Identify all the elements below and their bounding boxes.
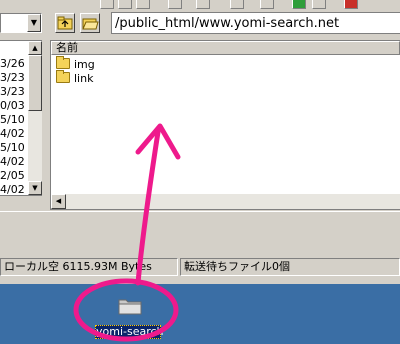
toolbar-button[interactable] [100,0,114,9]
status-local-space: ローカル空 6115.93M Bytes [0,258,178,276]
connect-icon[interactable] [292,0,306,9]
list-item[interactable]: 5/10 [0,141,30,154]
list-item[interactable]: 3/23 [0,85,30,98]
horizontal-scrollbar[interactable] [51,194,400,209]
status-transfer-queue: 転送待ちファイル0個 [180,258,400,276]
list-item[interactable]: 3/23 [0,71,30,84]
folder-icon [56,56,70,69]
toolbar-button[interactable] [230,0,244,9]
horizontal-scrollbar[interactable] [0,196,42,210]
desktop [0,284,400,344]
desktop-folder-icon[interactable] [117,295,143,315]
scroll-up-icon[interactable]: ▲ [28,41,42,55]
toolbar-button[interactable] [312,0,326,9]
list-item[interactable]: 2/05 [0,169,30,182]
list-item[interactable]: 3/26 [0,57,30,70]
file-name: link [74,72,94,85]
folder-up-icon [57,16,73,30]
open-folder-button[interactable] [80,13,100,33]
log-area [0,211,400,258]
remote-file-list[interactable] [50,40,400,210]
list-item[interactable]: 4/02 [0,127,30,140]
up-folder-button[interactable] [55,13,75,33]
chevron-down-icon[interactable]: ▼ [27,14,41,32]
list-item[interactable]: 4/02 [0,155,30,168]
open-folder-icon [82,18,99,30]
remote-path-input[interactable]: /public_html/www.yomi-search.net [111,12,400,34]
toolbar-button[interactable] [260,0,274,9]
stop-icon[interactable] [344,0,358,9]
toolbar-button[interactable] [196,0,210,9]
window-border [0,276,400,284]
file-name: img [74,58,95,71]
toolbar-button[interactable] [168,0,182,9]
toolbar-button[interactable] [136,0,150,9]
scrollbar-thumb[interactable] [28,55,42,111]
column-header-name[interactable]: 名前 [51,41,400,55]
scroll-down-icon[interactable]: ▼ [28,181,42,195]
list-item[interactable]: 5/10 [0,113,30,126]
folder-icon [56,70,70,83]
toolbar-button[interactable] [118,0,132,9]
list-item[interactable]: 0/03 [0,99,30,112]
scroll-left-icon[interactable]: ◀ [51,194,66,209]
list-item[interactable]: 4/02 [0,183,30,195]
desktop-folder-label[interactable]: yomi-search [95,325,164,339]
file-row[interactable]: link [56,70,94,85]
